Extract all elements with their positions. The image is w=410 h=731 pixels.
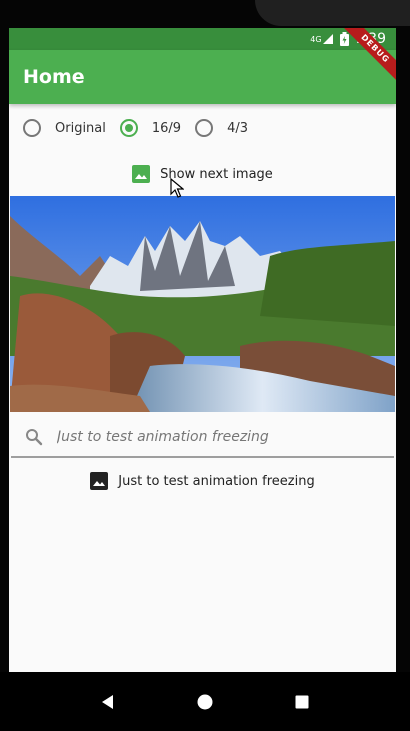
signal-icon — [322, 34, 333, 44]
mouse-cursor-icon — [170, 177, 185, 202]
image-icon — [90, 472, 109, 490]
search-field[interactable] — [11, 418, 394, 458]
aspect-ratio-selector: Original 16/9 4/3 — [9, 116, 396, 140]
network-type: 4G — [310, 34, 322, 44]
animation-freeze-label: Just to test animation freezing — [118, 473, 315, 489]
show-next-image-button[interactable]: Show next image — [9, 162, 396, 186]
search-input[interactable] — [57, 429, 357, 445]
home-icon[interactable] — [185, 682, 225, 722]
radio-16-9[interactable] — [119, 119, 138, 137]
radio-original-label[interactable]: Original — [55, 121, 106, 136]
animation-freeze-button[interactable]: Just to test animation freezing — [9, 470, 396, 492]
network-indicator: 4G — [310, 33, 333, 45]
back-icon[interactable] — [88, 682, 128, 722]
device-screen: 4G 7:39 DEBUG Home Original 16/9 4/3 Sho… — [9, 28, 396, 672]
radio-4-3-label[interactable]: 4/3 — [227, 121, 248, 136]
search-icon — [25, 428, 43, 446]
radio-16-9-label[interactable]: 16/9 — [152, 121, 181, 136]
app-bar: Home — [9, 50, 396, 104]
radio-original[interactable] — [23, 119, 41, 137]
status-bar: 4G 7:39 — [9, 28, 396, 50]
image-icon — [132, 165, 151, 183]
navigation-bar — [0, 672, 410, 731]
battery-icon — [339, 32, 349, 46]
radio-4-3[interactable] — [195, 119, 214, 137]
landscape-image — [10, 196, 395, 412]
page-title: Home — [23, 66, 85, 88]
recents-icon[interactable] — [282, 682, 322, 722]
